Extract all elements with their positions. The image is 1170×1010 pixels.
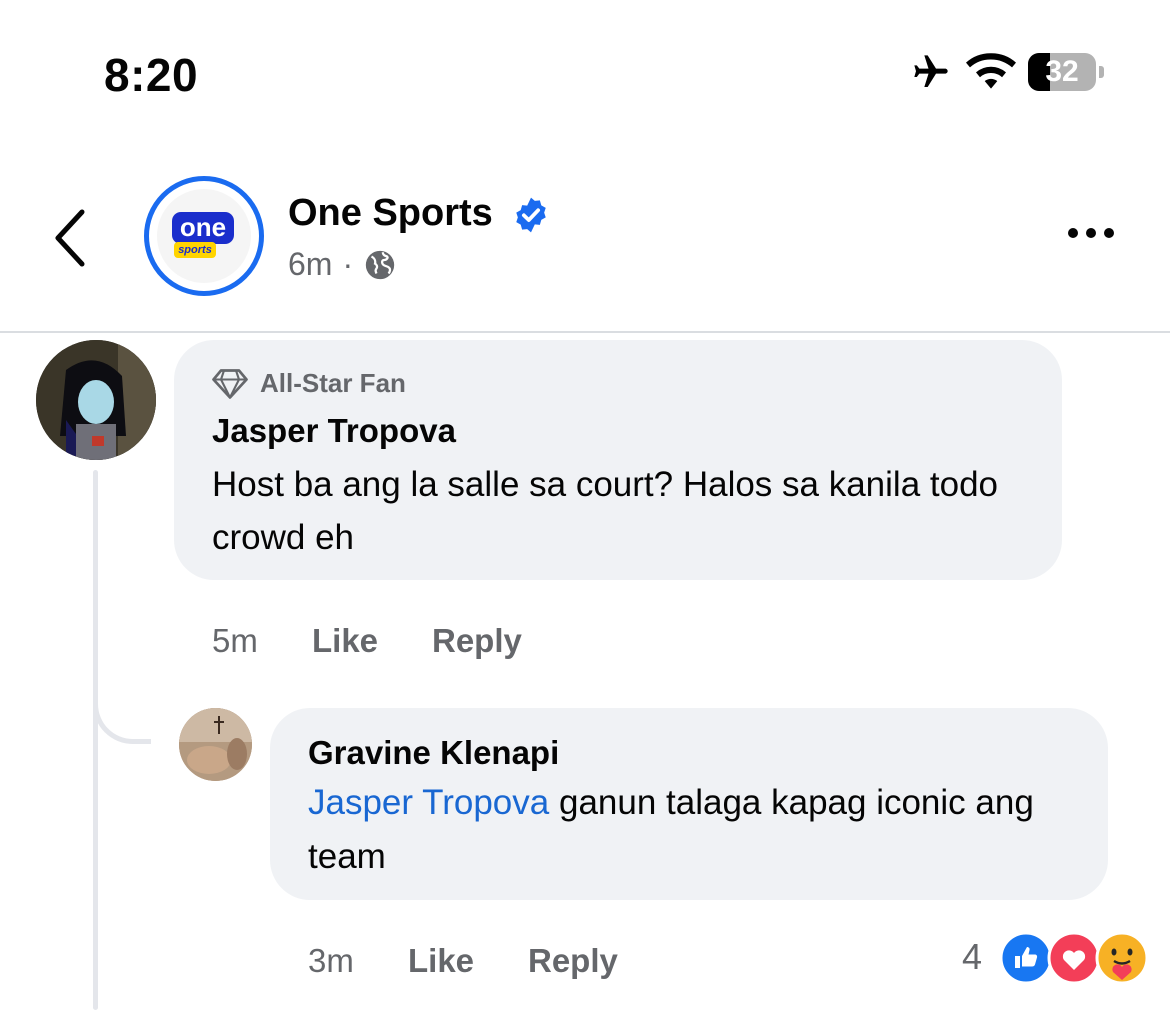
globe-icon xyxy=(365,250,395,279)
comment-author[interactable]: Jasper Tropova xyxy=(212,412,456,450)
reactions-summary[interactable] xyxy=(1000,930,1150,986)
battery-percent: 32 xyxy=(1045,55,1079,88)
post-time[interactable]: 6m xyxy=(288,246,332,283)
care-icon xyxy=(1095,931,1149,985)
meta-separator: · xyxy=(342,246,354,282)
dot-icon xyxy=(1086,228,1096,238)
status-icons: 32 xyxy=(908,52,1104,92)
thread-connector xyxy=(93,680,151,744)
more-options-button[interactable] xyxy=(1068,228,1114,238)
page-name[interactable]: One Sports xyxy=(288,192,493,235)
badge-label: All-Star Fan xyxy=(260,368,406,398)
comment-text: Host ba ang la salle sa court? Halos sa … xyxy=(212,465,999,557)
reply-button[interactable]: Reply xyxy=(432,622,522,660)
comment-actions: 5m Like Reply xyxy=(212,622,522,660)
header-divider xyxy=(0,331,1170,333)
one-sports-logo-sub: sports xyxy=(174,242,216,258)
reply-actions: 3m Like Reply xyxy=(308,942,618,980)
dot-icon xyxy=(1104,228,1114,238)
reply-text: Jasper Tropova ganun talaga kapag iconic… xyxy=(308,776,1088,884)
commenter-avatar[interactable] xyxy=(36,340,156,460)
dot-icon xyxy=(1068,228,1078,238)
reply-button[interactable]: Reply xyxy=(528,942,618,980)
back-arrow-icon[interactable] xyxy=(50,208,90,268)
thread-line xyxy=(93,470,98,1010)
avatar-illustration xyxy=(36,340,156,460)
status-time: 8:20 xyxy=(104,49,199,101)
reply-time[interactable]: 3m xyxy=(308,942,408,980)
one-sports-logo: one xyxy=(172,212,234,244)
love-icon xyxy=(1047,931,1101,985)
verified-badge-icon xyxy=(516,197,546,233)
airplane-icon xyxy=(914,55,948,87)
like-button[interactable]: Like xyxy=(312,622,432,660)
reaction-count[interactable]: 4 xyxy=(962,936,982,978)
like-button[interactable]: Like xyxy=(408,942,528,980)
reply-author[interactable]: Gravine Klenapi xyxy=(308,734,559,772)
battery-indicator: 32 xyxy=(1028,53,1096,91)
battery-cap xyxy=(1099,66,1104,78)
post-meta: 6m · xyxy=(288,246,397,283)
all-star-fan-badge: All-Star Fan xyxy=(212,368,406,399)
avatar-photo xyxy=(179,708,252,781)
comment-time[interactable]: 5m xyxy=(212,622,312,660)
like-icon xyxy=(1000,931,1053,985)
diamond-icon xyxy=(212,368,248,399)
reply-avatar[interactable] xyxy=(179,708,252,781)
wifi-icon xyxy=(966,53,1016,89)
mention-link[interactable]: Jasper Tropova xyxy=(308,783,549,822)
